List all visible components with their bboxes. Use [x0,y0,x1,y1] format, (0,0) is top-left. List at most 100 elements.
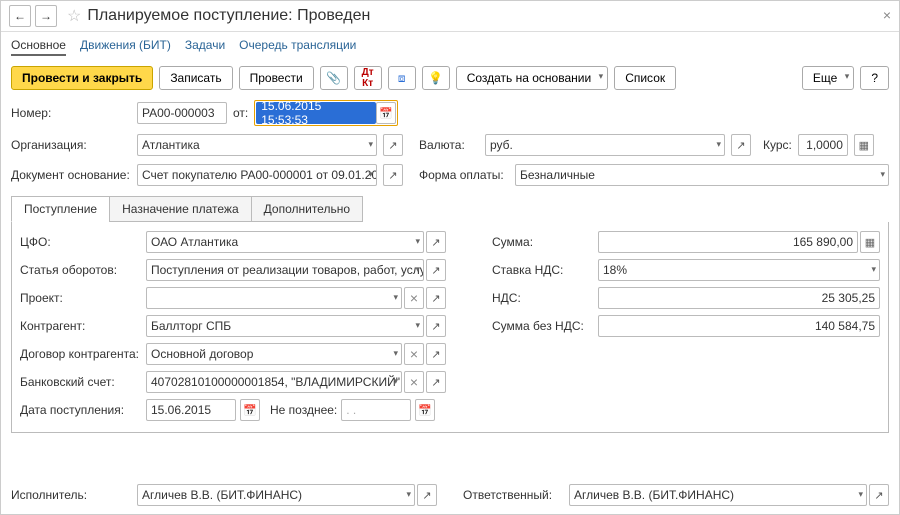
basis-label: Документ основание: [11,168,131,182]
sum-novat-field[interactable]: 140 584,75 [598,315,880,337]
navtab-queue[interactable]: Очередь трансляции [239,38,356,56]
navtab-bit[interactable]: Движения (БИТ) [80,38,171,56]
attach-button[interactable] [320,66,348,90]
contract-label: Договор контрагента: [20,347,140,361]
number-label: Номер: [11,106,131,120]
number-field[interactable]: PA00-000003 [137,102,227,124]
responsible-label: Ответственный: [463,488,563,502]
calendar-icon [418,404,432,417]
calculator-icon [859,139,869,152]
payform-field[interactable]: Безналичные [515,164,889,186]
open-icon [431,376,440,389]
tab-receipt[interactable]: Поступление [11,196,110,222]
rate-field[interactable]: 1,0000 [798,134,848,156]
bank-clear-button[interactable] [404,371,424,393]
tab-purpose[interactable]: Назначение платежа [109,196,252,222]
not-later-calendar-button[interactable] [415,399,435,421]
open-icon [874,489,883,502]
structure-button[interactable] [388,66,416,90]
navtab-tasks[interactable]: Задачи [185,38,225,56]
date-in-label: Дата поступления: [20,403,140,417]
bank-open-button[interactable] [426,371,446,393]
arrow-left-icon: ← [14,9,26,23]
paperclip-icon [326,71,341,85]
tab-extra[interactable]: Дополнительно [251,196,363,222]
tips-button[interactable] [422,66,450,90]
from-label: от: [233,106,248,120]
nav-forward-button[interactable]: → [35,5,57,27]
date-field[interactable]: 15.06.2015 15:53:53 [256,102,376,124]
list-button[interactable]: Список [614,66,676,90]
performer-open-button[interactable] [417,484,437,506]
toolbar: Провести и закрыть Записать Провести ДтК… [1,60,899,96]
cfo-open-button[interactable] [426,231,446,253]
clear-icon [410,374,418,390]
date-in-calendar-button[interactable] [240,399,260,421]
counterparty-open-button[interactable] [426,315,446,337]
nav-back-button[interactable]: ← [9,5,31,27]
open-icon [422,489,431,502]
performer-field[interactable]: Агличев В.В. (БИТ.ФИНАНС) [137,484,415,506]
sum-field[interactable]: 165 890,00 [598,231,858,253]
clear-icon [410,346,418,362]
performer-label: Исполнитель: [11,488,131,502]
bank-field[interactable]: 40702810100000001854, "ВЛАДИМИРСКИЙ" ФБ … [146,371,402,393]
project-clear-button[interactable] [404,287,424,309]
rate-label: Курс: [763,138,792,152]
open-icon [431,348,440,361]
basis-field[interactable]: Счет покупателю PA00-000001 от 09.01.201… [137,164,377,186]
vat-label: НДС: [492,291,592,305]
turnover-open-button[interactable] [426,259,446,281]
project-field[interactable] [146,287,402,309]
close-icon[interactable]: × [883,7,891,23]
basis-open-button[interactable] [383,164,403,186]
vat-rate-field[interactable]: 18% [598,259,880,281]
cfo-field[interactable]: ОАО Атлантика [146,231,424,253]
footer-row: Исполнитель: Агличев В.В. (БИТ.ФИНАНС) О… [11,484,889,506]
org-field[interactable]: Атлантика [137,134,377,156]
not-later-field[interactable]: . . [341,399,411,421]
currency-field[interactable]: руб. [485,134,725,156]
project-open-button[interactable] [426,287,446,309]
clear-icon [410,290,418,306]
counterparty-field[interactable]: Баллторг СПБ [146,315,424,337]
dk-button[interactable]: ДтКт [354,66,382,90]
rate-calc-button[interactable] [854,134,874,156]
date-calendar-button[interactable] [376,102,396,124]
calendar-icon [243,404,257,417]
bank-label: Банковский счет: [20,375,140,389]
contract-field[interactable]: Основной договор [146,343,402,365]
contract-open-button[interactable] [426,343,446,365]
post-and-close-button[interactable]: Провести и закрыть [11,66,153,90]
turnover-field[interactable]: Поступления от реализации товаров, работ… [146,259,424,281]
favorite-star-icon[interactable]: ☆ [67,6,81,26]
open-icon [736,139,745,152]
save-button[interactable]: Записать [159,66,232,90]
navtab-main[interactable]: Основное [11,38,66,56]
sum-calc-button[interactable] [860,231,880,253]
create-based-on-button[interactable]: Создать на основании [456,66,609,90]
project-label: Проект: [20,291,140,305]
currency-open-button[interactable] [731,134,751,156]
nav-tabs: Основное Движения (БИТ) Задачи Очередь т… [1,32,899,60]
date-field-wrapper: 15.06.2015 15:53:53 [254,100,398,126]
row-basis: Документ основание: Счет покупателю PA00… [1,160,899,190]
post-button[interactable]: Провести [239,66,314,90]
open-icon [431,292,440,305]
contract-clear-button[interactable] [404,343,424,365]
vat-field[interactable]: 25 305,25 [598,287,880,309]
currency-label: Валюта: [419,138,479,152]
responsible-open-button[interactable] [869,484,889,506]
open-icon [431,236,440,249]
receipt-panel: ЦФО: ОАО Атлантика Сумма: 165 890,00 Ста… [11,222,889,433]
help-button[interactable]: ? [860,66,889,90]
date-in-field[interactable]: 15.06.2015 [146,399,236,421]
more-button[interactable]: Еще [802,66,854,90]
responsible-field[interactable]: Агличев В.В. (БИТ.ФИНАНС) [569,484,867,506]
sum-novat-label: Сумма без НДС: [492,319,592,333]
lightbulb-icon [428,71,443,85]
org-open-button[interactable] [383,134,403,156]
not-later-label: Не позднее: [270,403,337,417]
turnover-label: Статья оборотов: [20,263,140,277]
cfo-label: ЦФО: [20,235,140,249]
